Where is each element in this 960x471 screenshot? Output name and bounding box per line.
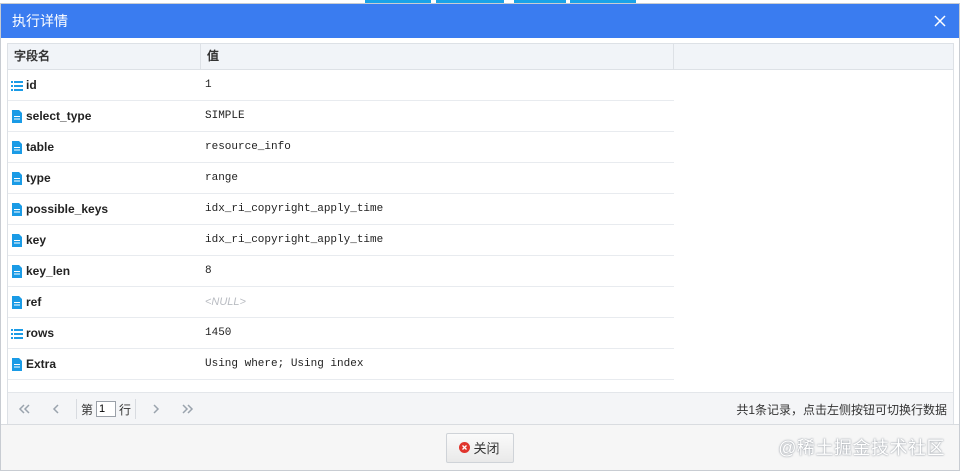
file-icon bbox=[11, 357, 23, 371]
record-summary: 共1条记录，点击左侧按钮可切换行数据 bbox=[736, 402, 947, 417]
list-icon bbox=[11, 79, 23, 92]
double-right-icon bbox=[182, 404, 194, 414]
field-value: resource_info bbox=[205, 141, 291, 153]
table-row[interactable]: possible_keys idx_ri_copyright_apply_tim… bbox=[8, 194, 674, 225]
dialog-title: 执行详情 bbox=[12, 13, 68, 29]
cancel-icon bbox=[459, 442, 471, 453]
table-row[interactable]: select_type SIMPLE bbox=[8, 101, 674, 132]
next-page-button[interactable] bbox=[146, 399, 166, 419]
file-icon bbox=[11, 295, 23, 309]
field-value: Using where; Using index bbox=[205, 358, 364, 370]
table-row[interactable]: ref <NULL> bbox=[8, 287, 674, 318]
field-name: table bbox=[26, 140, 55, 154]
close-button[interactable]: 关闭 bbox=[446, 432, 514, 463]
table-row[interactable]: key idx_ri_copyright_apply_time bbox=[8, 225, 674, 256]
table-row[interactable]: rows 1450 bbox=[8, 318, 674, 349]
double-left-icon bbox=[18, 404, 30, 414]
table-row[interactable]: type range bbox=[8, 163, 674, 194]
dialog-body: 字段名 值 id 1 select_type SIMPLE table reso… bbox=[1, 38, 959, 426]
field-value: 1450 bbox=[205, 327, 232, 339]
field-name: rows bbox=[26, 326, 55, 340]
first-page-button[interactable] bbox=[14, 399, 34, 419]
field-value: SIMPLE bbox=[205, 110, 245, 122]
dialog-titlebar: 执行详情 bbox=[1, 4, 959, 38]
field-value: 1 bbox=[205, 79, 212, 91]
watermark: @稀土掘金技术社区 bbox=[778, 438, 945, 458]
field-value: 8 bbox=[205, 265, 212, 277]
last-page-button[interactable] bbox=[178, 399, 198, 419]
pager-prefix: 第 bbox=[81, 402, 94, 417]
pagination-bar: 第 行 共1条记录，点击左侧按钮可切换行数据 bbox=[8, 392, 953, 425]
file-icon bbox=[11, 202, 23, 216]
pager-divider bbox=[76, 399, 77, 419]
close-button-label: 关闭 bbox=[473, 441, 500, 456]
field-name: possible_keys bbox=[26, 202, 109, 216]
field-name: id bbox=[26, 78, 37, 92]
close-icon[interactable] bbox=[933, 14, 947, 28]
field-value: range bbox=[205, 172, 239, 184]
detail-grid: 字段名 值 id 1 select_type SIMPLE table reso… bbox=[7, 43, 954, 426]
field-value: idx_ri_copyright_apply_time bbox=[205, 203, 384, 215]
field-value: idx_ri_copyright_apply_time bbox=[205, 234, 384, 246]
field-name: Extra bbox=[26, 357, 57, 371]
table-row[interactable]: key_len 8 bbox=[8, 256, 674, 287]
chevron-right-icon bbox=[153, 404, 160, 414]
column-header-filler bbox=[674, 44, 953, 69]
execution-detail-dialog: 执行详情 字段名 值 id 1 select_type SIMPLE table… bbox=[0, 3, 960, 471]
file-icon bbox=[11, 233, 23, 247]
grid-header: 字段名 值 bbox=[8, 44, 953, 70]
page-number-input[interactable] bbox=[96, 401, 117, 417]
field-name: ref bbox=[26, 295, 42, 309]
prev-page-button[interactable] bbox=[46, 399, 66, 419]
file-icon bbox=[11, 171, 23, 185]
pager-divider bbox=[135, 399, 137, 419]
chevron-left-icon bbox=[52, 404, 59, 414]
table-row[interactable]: id 1 bbox=[8, 70, 674, 101]
null-value: <NULL> bbox=[205, 296, 246, 308]
pager-suffix: 行 bbox=[119, 402, 132, 417]
grid-rows: id 1 select_type SIMPLE table resource_i… bbox=[8, 70, 674, 380]
field-name: type bbox=[26, 171, 51, 185]
file-icon bbox=[11, 140, 23, 154]
column-header-value[interactable]: 值 bbox=[201, 44, 674, 69]
table-row[interactable]: table resource_info bbox=[8, 132, 674, 163]
field-name: select_type bbox=[26, 109, 92, 123]
field-name: key bbox=[26, 233, 47, 247]
field-name: key_len bbox=[26, 264, 71, 278]
list-icon bbox=[11, 327, 23, 340]
file-icon bbox=[11, 264, 23, 278]
table-row[interactable]: Extra Using where; Using index bbox=[8, 349, 674, 380]
file-icon bbox=[11, 109, 23, 123]
column-header-field[interactable]: 字段名 bbox=[8, 44, 201, 69]
